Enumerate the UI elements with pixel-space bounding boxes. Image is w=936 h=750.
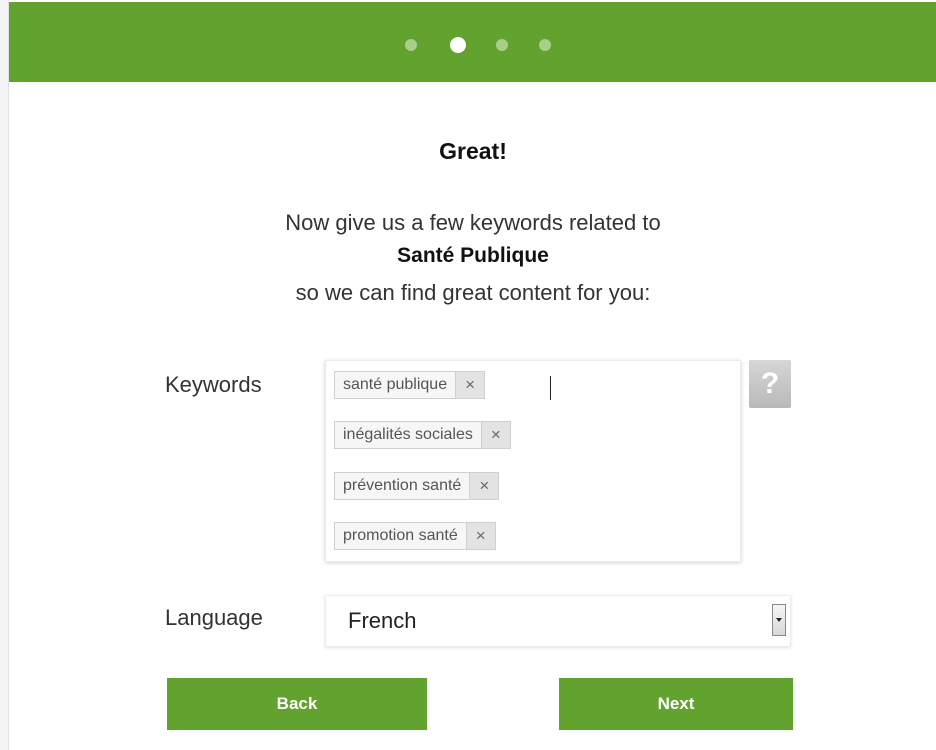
- language-selected-value: French: [348, 608, 417, 633]
- keywords-label: Keywords: [165, 372, 262, 397]
- progress-dot-1: [405, 39, 417, 51]
- intro-topic: Santé Publique: [397, 244, 549, 267]
- keyword-tag-label: inégalités sociales: [343, 426, 473, 443]
- chevron-down-icon[interactable]: [772, 604, 786, 636]
- back-button[interactable]: Back: [167, 678, 427, 730]
- keyword-tag: promotion santé ×: [334, 522, 496, 550]
- intro-line-1: Now give us a few keywords related to: [285, 210, 661, 235]
- progress-dot-4: [539, 39, 551, 51]
- language-select[interactable]: French: [325, 595, 791, 647]
- keyword-tag-label: promotion santé: [343, 527, 458, 544]
- keyword-tag: prévention santé ×: [334, 472, 500, 500]
- keyword-tag: inégalités sociales ×: [334, 421, 511, 449]
- next-button[interactable]: Next: [559, 678, 793, 730]
- keyword-tag-label: santé publique: [343, 376, 448, 393]
- keywords-input[interactable]: santé publique × inégalités sociales × p…: [325, 360, 741, 562]
- close-icon[interactable]: ×: [455, 372, 485, 398]
- question-mark-icon[interactable]: ?: [749, 360, 791, 408]
- close-icon[interactable]: ×: [469, 473, 499, 499]
- close-icon[interactable]: ×: [465, 523, 495, 549]
- keyword-tag: santé publique ×: [334, 371, 486, 399]
- language-label: Language: [165, 605, 263, 630]
- intro-line-3: so we can find great content for you:: [295, 280, 651, 305]
- keyword-tag-label: prévention santé: [343, 477, 462, 494]
- progress-dots: [9, 2, 936, 82]
- progress-dot-3: [496, 39, 508, 51]
- progress-header: [9, 2, 936, 82]
- onboarding-card: Great! Now give us a few keywords relate…: [8, 0, 936, 750]
- page-title: Great!: [439, 138, 507, 164]
- close-icon[interactable]: ×: [480, 422, 510, 448]
- progress-dot-2-active: [450, 37, 466, 53]
- text-cursor: [550, 376, 551, 400]
